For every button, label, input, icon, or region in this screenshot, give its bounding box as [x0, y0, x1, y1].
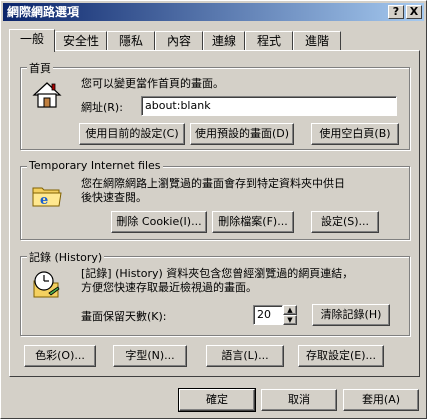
- languages-button[interactable]: 語言(L)...: [206, 345, 284, 367]
- tab-programs[interactable]: 程式: [245, 31, 293, 51]
- temp-files-description-line2: 後快速查閱。: [81, 191, 147, 204]
- spinner-up-icon[interactable]: ▲: [283, 305, 297, 315]
- window-title: 網際網路選項: [7, 5, 80, 19]
- ok-button[interactable]: 確定: [178, 388, 256, 412]
- general-tab-panel: 首頁 您可以變更當作首頁的畫面。 網址(R): about:blank 使用目前…: [9, 50, 420, 377]
- tab-content[interactable]: 內容: [155, 31, 203, 51]
- close-button[interactable]: X: [406, 5, 422, 19]
- home-icon: [32, 82, 62, 108]
- homepage-description: 您可以變更當作首頁的畫面。: [81, 77, 224, 90]
- spinner-down-icon[interactable]: ▼: [283, 315, 297, 325]
- temp-files-group-title: Temporary Internet files: [27, 159, 163, 172]
- history-group: 記錄 (History) [記錄] (History) 資料夾包含您曾經瀏覽過的…: [20, 249, 410, 336]
- history-group-title: 記錄 (History): [27, 249, 105, 265]
- history-description-line2: 方便您快速存取最近檢視過的畫面。: [81, 281, 257, 294]
- tab-advanced[interactable]: 進階: [293, 31, 341, 51]
- apply-button[interactable]: 套用(A): [343, 389, 419, 411]
- tab-general[interactable]: 一般: [9, 29, 55, 52]
- temp-files-group: Temporary Internet files e 您在網際網路上瀏覽過的畫面…: [20, 159, 410, 240]
- fonts-button[interactable]: 字型(N)...: [113, 345, 187, 367]
- svg-text:e: e: [40, 193, 48, 208]
- days-to-keep-input[interactable]: 20: [253, 305, 283, 325]
- tab-security[interactable]: 安全性: [55, 31, 107, 51]
- help-button[interactable]: ?: [388, 5, 404, 19]
- use-blank-button[interactable]: 使用空白頁(B): [311, 123, 399, 145]
- homepage-group: 首頁 您可以變更當作首頁的畫面。 網址(R): about:blank 使用目前…: [20, 60, 410, 150]
- colors-button[interactable]: 色彩(O)...: [24, 345, 96, 367]
- temp-files-folder-icon: e: [32, 187, 62, 208]
- address-label: 網址(R):: [81, 101, 123, 114]
- delete-cookies-button[interactable]: 刪除 Cookie(I)...: [111, 211, 207, 233]
- days-to-keep-spinner[interactable]: ▲ ▼: [283, 305, 297, 325]
- use-default-button[interactable]: 使用預設的畫面(D): [190, 123, 294, 145]
- homepage-address-input[interactable]: about:blank: [141, 96, 397, 116]
- history-clock-icon: [33, 271, 60, 298]
- internet-options-dialog: 網際網路選項 ? X 一般 安全性 隱私 內容 連線 程式 進階 首頁 您可以變…: [0, 0, 427, 419]
- clear-history-button[interactable]: 清除記錄(H): [312, 304, 390, 326]
- days-to-keep-label: 畫面保留天數(K):: [81, 310, 167, 323]
- homepage-group-title: 首頁: [27, 60, 53, 76]
- accessibility-button[interactable]: 存取設定(E)...: [298, 345, 384, 367]
- cancel-button[interactable]: 取消: [261, 389, 337, 411]
- delete-files-button[interactable]: 刪除檔案(F)...: [212, 211, 294, 233]
- tab-privacy[interactable]: 隱私: [107, 31, 155, 51]
- tab-connections[interactable]: 連線: [203, 31, 245, 51]
- temp-files-settings-button[interactable]: 設定(S)...: [311, 211, 379, 233]
- title-bar: 網際網路選項: [3, 3, 424, 21]
- use-current-button[interactable]: 使用目前的設定(C): [79, 123, 185, 145]
